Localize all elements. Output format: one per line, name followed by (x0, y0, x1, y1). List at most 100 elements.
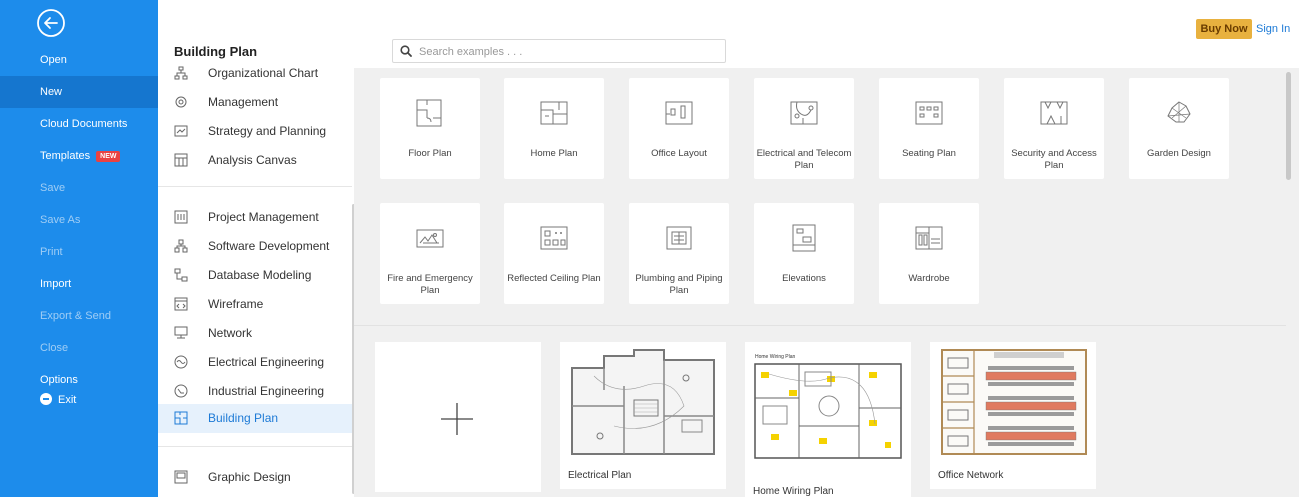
template-type-label: Reflected Ceiling Plan (507, 273, 601, 284)
wardrobe-icon (915, 226, 943, 250)
plus-icon (441, 403, 473, 435)
left-nav: Open New Cloud Documents Templates NEW Sa… (0, 0, 158, 497)
category-management[interactable]: Management (158, 88, 352, 116)
thumbnail-title: Home Wiring Plan (755, 354, 796, 360)
template-type-electrical-telecom-plan[interactable]: Electrical and Telecom Plan (754, 78, 854, 179)
sign-in-link[interactable]: Sign In (1256, 19, 1290, 39)
nav-import[interactable]: Import (0, 268, 158, 300)
category-graphic-design[interactable]: Graphic Design (158, 463, 352, 491)
category-label: Industrial Engineering (208, 384, 325, 398)
management-icon (175, 96, 187, 108)
gallery-scrollbar[interactable] (1286, 72, 1291, 180)
category-label: Software Development (208, 239, 330, 253)
seating-plan-icon (915, 101, 943, 125)
nav-label: Save (40, 182, 66, 194)
category-organizational-chart[interactable]: Organizational Chart (158, 59, 352, 87)
template-type-garden-design[interactable]: Garden Design (1129, 78, 1229, 179)
strategy-icon (174, 125, 188, 137)
template-type-seating-plan[interactable]: Seating Plan (879, 78, 979, 179)
category-software-development[interactable]: Software Development (158, 232, 352, 260)
project-icon (174, 210, 188, 224)
template-type-reflected-ceiling-plan[interactable]: Reflected Ceiling Plan (504, 203, 604, 304)
building-plan-icon (174, 411, 188, 425)
template-type-label: Home Plan (530, 148, 578, 159)
category-project-management[interactable]: Project Management (158, 203, 352, 231)
nav-label: Cloud Documents (40, 118, 128, 130)
category-electrical-engineering[interactable]: Electrical Engineering (158, 348, 352, 376)
template-type-label: Wardrobe (908, 273, 950, 284)
template-type-floor-plan[interactable]: Floor Plan (380, 78, 480, 179)
category-wireframe[interactable]: Wireframe (158, 290, 352, 318)
category-panel: Building Plan Organizational Chart Manag… (158, 0, 354, 497)
search-icon (400, 45, 412, 57)
home-wiring-plan-thumbnail: Home Wiring Plan (749, 346, 907, 460)
nav-exit[interactable]: Exit (0, 384, 158, 416)
template-card-label: Office Network (938, 470, 1004, 481)
category-building-plan[interactable]: Building Plan (158, 404, 352, 433)
category-analysis-canvas[interactable]: Analysis Canvas (158, 146, 352, 174)
category-label: Network (208, 326, 253, 340)
template-type-elevations[interactable]: Elevations (754, 203, 854, 304)
template-type-home-plan[interactable]: Home Plan (504, 78, 604, 179)
template-type-label: Garden Design (1147, 148, 1211, 159)
category-industrial-engineering[interactable]: Industrial Engineering (158, 377, 352, 405)
nav-label: Export & Send (40, 310, 111, 322)
category-strategy-and-planning[interactable]: Strategy and Planning (158, 117, 352, 145)
exit-icon (40, 393, 52, 405)
category-database-modeling[interactable]: Database Modeling (158, 261, 352, 289)
database-icon (174, 268, 188, 282)
nav-open[interactable]: Open (0, 44, 158, 76)
template-card-office-network[interactable]: Office Network (930, 342, 1096, 489)
template-type-plumbing-piping-plan[interactable]: Plumbing and Piping Plan (629, 203, 729, 304)
security-plan-icon (1040, 101, 1068, 125)
nav-label: Save As (40, 214, 81, 226)
home-plan-icon (540, 101, 568, 125)
template-type-office-layout[interactable]: Office Layout (629, 78, 729, 179)
plumbing-icon (666, 226, 692, 250)
nav-cloud-documents[interactable]: Cloud Documents (0, 108, 158, 140)
search-box[interactable] (392, 39, 726, 63)
gallery-divider (354, 325, 1286, 326)
wireframe-icon (174, 297, 188, 311)
industrial-icon (174, 384, 188, 398)
nav-label: Import (40, 278, 72, 290)
category-label: Organizational Chart (208, 66, 319, 80)
office-network-thumbnail (934, 346, 1092, 460)
template-type-label: Plumbing and Piping Plan (635, 273, 723, 296)
nav-templates[interactable]: Templates NEW (0, 140, 158, 172)
template-card-home-wiring-plan[interactable]: Home Wiring Plan Home Wiring Plan (745, 342, 911, 497)
network-icon (174, 326, 188, 339)
template-type-label: Seating Plan (902, 148, 956, 159)
template-card-label: Electrical Plan (568, 470, 632, 481)
electrical-plan-icon (790, 101, 818, 125)
nav-print[interactable]: Print (0, 236, 158, 268)
back-arrow-icon[interactable] (36, 8, 66, 38)
nav-label: Close (40, 342, 69, 354)
category-network[interactable]: Network (158, 319, 352, 347)
buy-now-button[interactable]: Buy Now (1196, 19, 1252, 39)
template-type-label: Security and Access Plan (1011, 148, 1097, 171)
electrical-icon (174, 355, 188, 369)
nav-close[interactable]: Close (0, 332, 158, 364)
nav-new[interactable]: New (0, 76, 158, 108)
nav-save[interactable]: Save (0, 172, 158, 204)
template-card-electrical-plan[interactable]: Electrical Plan (560, 342, 726, 489)
category-label: Project Management (208, 210, 319, 224)
nav-save-as[interactable]: Save As (0, 204, 158, 236)
graphic-design-icon (174, 470, 188, 484)
fire-emergency-icon (416, 229, 444, 248)
search-input[interactable] (417, 43, 721, 61)
category-divider (158, 446, 352, 447)
elevations-icon (792, 224, 816, 252)
ceiling-plan-icon (540, 226, 568, 250)
nav-label: Templates (40, 150, 91, 162)
template-type-security-access-plan[interactable]: Security and Access Plan (1004, 78, 1104, 179)
nav-label: New (40, 86, 63, 98)
new-badge: NEW (96, 151, 121, 162)
template-type-label: Floor Plan (408, 148, 452, 159)
template-type-wardrobe[interactable]: Wardrobe (879, 203, 979, 304)
blank-template-card[interactable] (375, 342, 541, 492)
template-type-fire-emergency-plan[interactable]: Fire and Emergency Plan (380, 203, 480, 304)
electrical-plan-thumbnail (564, 346, 722, 460)
nav-export-send[interactable]: Export & Send (0, 300, 158, 332)
